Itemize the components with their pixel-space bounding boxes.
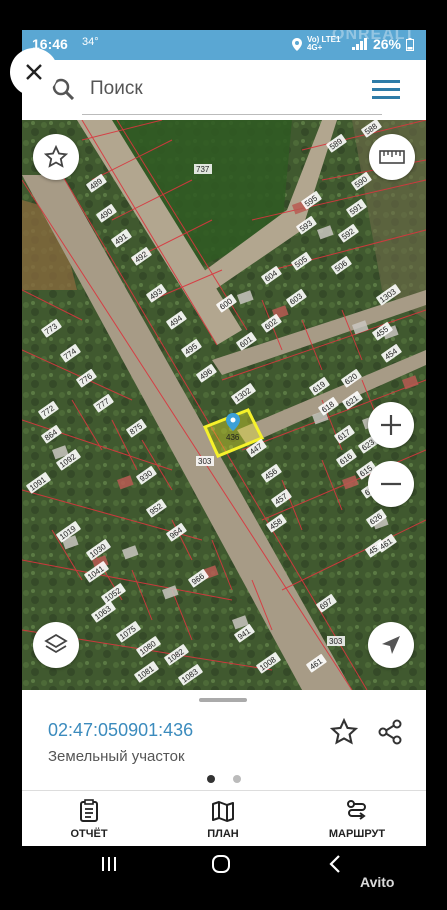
close-icon bbox=[26, 64, 42, 80]
tab-plan-label: ПЛАН bbox=[207, 828, 239, 840]
tab-route[interactable]: МАРШРУТ bbox=[290, 791, 424, 847]
plus-icon bbox=[381, 415, 401, 435]
search-bar: Поиск bbox=[22, 60, 426, 121]
hamburger-menu-icon[interactable] bbox=[372, 80, 400, 100]
phone-screen: 16:46 34° ONREALT Vo) LTE1 4G+ 26% Поиск bbox=[22, 30, 426, 882]
my-location-button[interactable] bbox=[368, 622, 414, 668]
road-label: 303 bbox=[198, 457, 212, 466]
search-underline bbox=[82, 114, 382, 115]
object-type: Земельный участок bbox=[48, 748, 185, 765]
parcel-info-sheet[interactable]: 02:47:050901:436 Земельный участок bbox=[22, 690, 426, 790]
road-label: 737 bbox=[196, 165, 210, 174]
layers-icon bbox=[44, 633, 68, 654]
tab-route-label: МАРШРУТ bbox=[328, 828, 386, 840]
home-icon[interactable] bbox=[211, 854, 231, 874]
avito-watermark: Avito bbox=[360, 874, 395, 890]
report-icon bbox=[80, 799, 98, 822]
recent-apps-icon[interactable] bbox=[100, 855, 118, 873]
drag-handle[interactable] bbox=[199, 698, 247, 702]
page-indicator bbox=[207, 775, 241, 783]
map-canvas[interactable]: 7373033034894904914924934944954967737747… bbox=[22, 120, 426, 690]
signal-icon bbox=[351, 38, 367, 50]
location-icon bbox=[291, 37, 302, 51]
battery-icon bbox=[406, 37, 414, 51]
battery-percentage: 26% bbox=[372, 36, 401, 52]
highlighted-parcel-label: 436 bbox=[226, 433, 240, 442]
navigation-arrow-icon bbox=[382, 636, 400, 654]
tab-plan[interactable]: ПЛАН bbox=[156, 791, 290, 847]
cadastral-map[interactable]: 737 303 303 489 490 491 492 493 494 495 496 773 774 7… bbox=[22, 120, 426, 690]
status-bar: 16:46 34° ONREALT Vo) LTE1 4G+ 26% bbox=[22, 30, 426, 60]
back-icon[interactable] bbox=[328, 854, 342, 874]
close-button[interactable] bbox=[10, 48, 58, 96]
favorite-star-button[interactable] bbox=[33, 134, 79, 180]
status-temperature: 34° bbox=[82, 36, 99, 48]
layers-button[interactable] bbox=[33, 622, 79, 668]
tab-report[interactable]: ОТЧЁТ bbox=[22, 791, 156, 847]
bottom-tab-bar: ОТЧЁТ ПЛАН МАРШРУТ bbox=[22, 790, 426, 847]
share-icon[interactable] bbox=[376, 718, 404, 746]
search-input[interactable]: Поиск bbox=[90, 78, 143, 100]
zoom-in-button[interactable] bbox=[368, 402, 414, 448]
route-icon bbox=[347, 800, 366, 820]
cadastral-number[interactable]: 02:47:050901:436 bbox=[48, 720, 193, 741]
map-plan-icon bbox=[212, 801, 234, 822]
tab-report-label: ОТЧЁТ bbox=[70, 828, 108, 840]
minus-icon bbox=[381, 482, 401, 486]
zoom-out-button[interactable] bbox=[368, 461, 414, 507]
ruler-icon bbox=[379, 150, 405, 164]
road-label: 303 bbox=[329, 637, 343, 646]
star-icon[interactable] bbox=[330, 718, 358, 746]
ruler-button[interactable] bbox=[369, 134, 415, 180]
star-icon bbox=[44, 145, 68, 168]
network-label: Vo) LTE1 4G+ bbox=[306, 35, 341, 52]
